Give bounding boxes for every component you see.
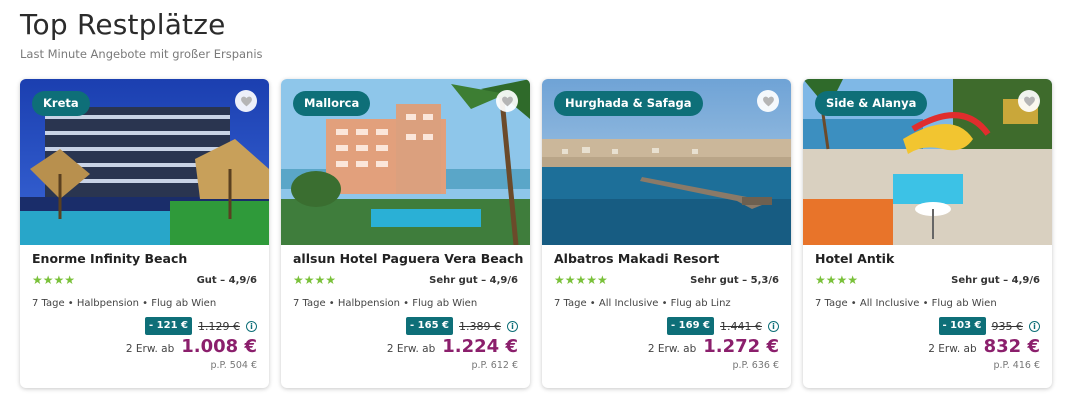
heart-icon <box>240 96 252 106</box>
price-block: - 103 € 935 € i 2 Erw. ab 832 € p.P. 416… <box>928 317 1040 371</box>
favorite-button[interactable] <box>757 90 779 112</box>
trip-info: 7 Tage • All Inclusive • Flug ab Linz <box>554 298 731 309</box>
price-prefix: 2 Erw. ab <box>125 343 175 355</box>
trip-info: 7 Tage • Halbpension • Flug ab Wien <box>293 298 478 309</box>
star-rating: ★★★★ <box>815 273 859 287</box>
region-badge: Kreta <box>32 91 90 116</box>
section-subtitle: Last Minute Angebote mit großer Erspanis <box>20 47 263 61</box>
price-prefix: 2 Erw. ab <box>928 343 977 355</box>
review-rating: Sehr gut – 5,3/6 <box>690 274 779 286</box>
info-icon[interactable]: i <box>768 320 779 332</box>
section-title: Top Restplätze <box>20 8 226 41</box>
favorite-button[interactable] <box>496 90 518 112</box>
price-block: - 169 € 1.441 € i 2 Erw. ab 1.272 € p.P.… <box>648 317 779 371</box>
price: 1.272 € <box>703 336 779 357</box>
region-badge: Hurghada & Safaga <box>554 91 703 116</box>
discount-badge: - 121 € <box>145 317 192 335</box>
section-header: Top Restplätze Last Minute Angebote mit … <box>20 8 263 61</box>
old-price: 1.389 € <box>459 319 501 333</box>
old-price: 935 € <box>991 319 1024 333</box>
price: 1.008 € <box>181 336 257 357</box>
heart-icon <box>762 96 774 106</box>
discount-badge: - 165 € <box>406 317 453 335</box>
hotel-name: Enorme Infinity Beach <box>32 251 188 266</box>
price: 832 € <box>983 336 1040 357</box>
review-rating: Sehr gut – 4,9/6 <box>429 274 518 286</box>
price-block: - 121 € 1.129 € i 2 Erw. ab 1.008 € p.P.… <box>126 317 257 371</box>
price-per-person: p.P. 612 € <box>471 360 518 371</box>
info-icon[interactable]: i <box>246 320 257 332</box>
price: 1.224 € <box>442 336 518 357</box>
star-rating: ★★★★ <box>293 273 337 287</box>
discount-badge: - 103 € <box>938 317 986 335</box>
region-badge: Side & Alanya <box>815 91 928 116</box>
price-prefix: 2 Erw. ab <box>386 343 436 355</box>
star-rating: ★★★★ <box>32 273 76 287</box>
price-per-person: p.P. 636 € <box>732 360 779 371</box>
offer-card[interactable]: Mallorca allsun Hotel Paguera Vera Beach… <box>281 79 530 388</box>
price-per-person: p.P. 416 € <box>993 360 1040 371</box>
offer-card[interactable]: Kreta Enorme Infinity Beach ★★★★ Gut – 4… <box>20 79 269 388</box>
old-price: 1.129 € <box>198 319 240 333</box>
price-block: - 165 € 1.389 € i 2 Erw. ab 1.224 € p.P.… <box>387 317 518 371</box>
favorite-button[interactable] <box>1018 90 1040 112</box>
info-icon[interactable]: i <box>1029 320 1040 332</box>
favorite-button[interactable] <box>235 90 257 112</box>
trip-info: 7 Tage • Halbpension • Flug ab Wien <box>32 298 217 309</box>
offer-card[interactable]: Side & Alanya Hotel Antik ★★★★ Sehr gut … <box>803 79 1052 388</box>
review-rating: Gut – 4,9/6 <box>196 274 257 286</box>
star-rating: ★★★★★ <box>554 273 608 287</box>
hotel-name: allsun Hotel Paguera Vera Beach <box>293 251 524 266</box>
price-per-person: p.P. 504 € <box>210 360 257 371</box>
offer-card-list: Kreta Enorme Infinity Beach ★★★★ Gut – 4… <box>20 79 1052 388</box>
hotel-name: Albatros Makadi Resort <box>554 251 720 266</box>
trip-info: 7 Tage • All Inclusive • Flug ab Wien <box>815 298 997 309</box>
hotel-name: Hotel Antik <box>815 251 895 266</box>
offer-card[interactable]: Hurghada & Safaga Albatros Makadi Resort… <box>542 79 791 388</box>
heart-icon <box>501 96 513 106</box>
info-icon[interactable]: i <box>507 320 518 332</box>
review-rating: Sehr gut – 4,9/6 <box>951 274 1040 286</box>
discount-badge: - 169 € <box>667 317 714 335</box>
price-prefix: 2 Erw. ab <box>647 343 697 355</box>
old-price: 1.441 € <box>720 319 762 333</box>
heart-icon <box>1023 96 1035 106</box>
region-badge: Mallorca <box>293 91 371 116</box>
